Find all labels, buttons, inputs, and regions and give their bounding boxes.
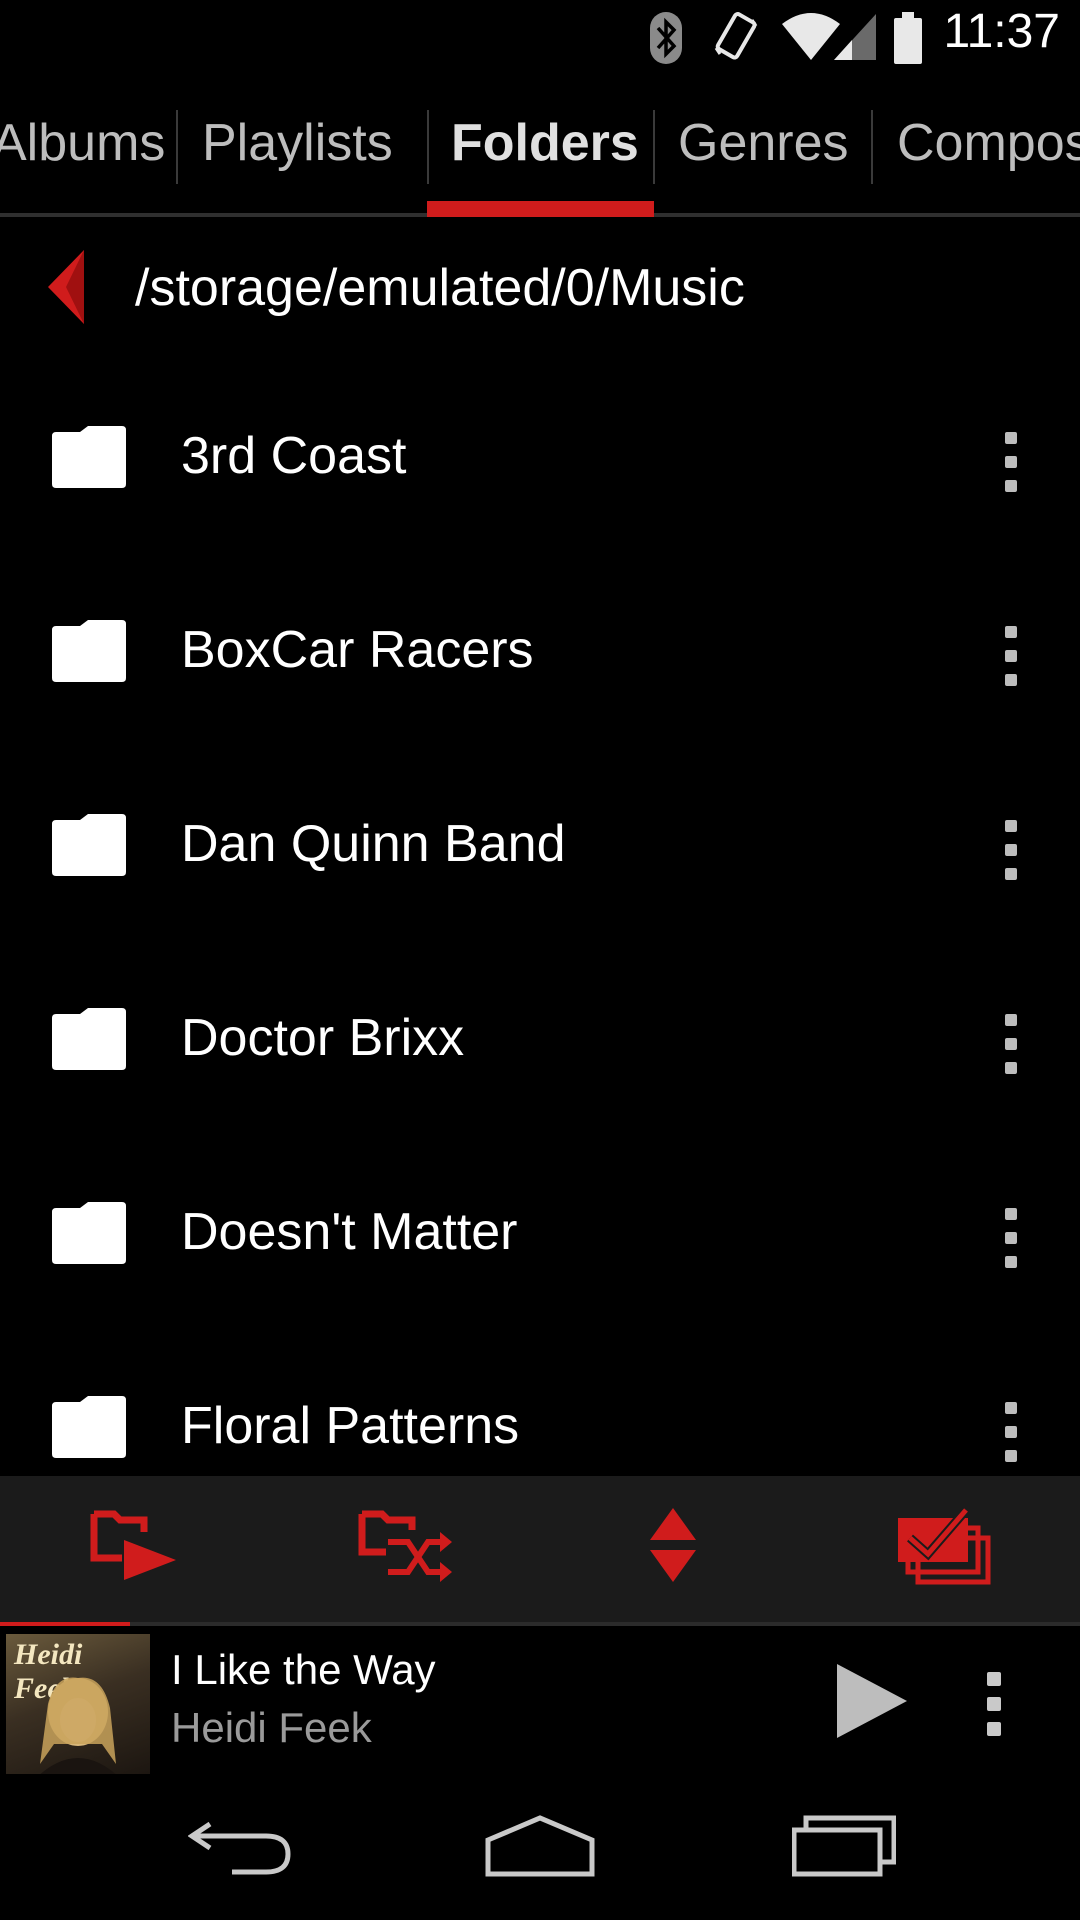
tab-composers[interactable]: Composers	[897, 113, 1080, 173]
list-item[interactable]: Doesn't Matter	[0, 1138, 1080, 1332]
vibrate-icon	[712, 10, 760, 71]
recents-icon[interactable]	[791, 1814, 897, 1883]
sort-icon[interactable]	[648, 1506, 698, 1591]
folder-icon	[50, 620, 128, 687]
folder-icon	[50, 814, 128, 881]
multi-select-icon[interactable]	[896, 1506, 992, 1591]
folder-name: 3rd Coast	[181, 427, 407, 485]
now-playing-menu-icon[interactable]	[981, 1672, 1007, 1736]
tab-genres[interactable]: Genres	[678, 113, 849, 173]
list-item[interactable]: Floral Patterns	[0, 1332, 1080, 1476]
tab-separator	[653, 110, 655, 184]
back-arrow-icon[interactable]	[48, 250, 88, 329]
play-folder-icon[interactable]	[90, 1506, 180, 1591]
active-tab-indicator	[427, 201, 654, 217]
folder-name: BoxCar Racers	[181, 621, 534, 679]
play-icon[interactable]	[835, 1662, 909, 1745]
tab-albums[interactable]: Albums	[0, 113, 165, 173]
folder-name: Doesn't Matter	[181, 1203, 518, 1261]
tab-playlists[interactable]: Playlists	[202, 113, 393, 173]
signal-icon	[832, 10, 878, 67]
overflow-menu-icon[interactable]	[996, 1402, 1028, 1462]
track-title: I Like the Way	[171, 1646, 436, 1693]
folder-name: Dan Quinn Band	[181, 815, 566, 873]
status-bar: 11:37	[0, 0, 1080, 75]
folder-name: Doctor Brixx	[181, 1009, 465, 1067]
tab-separator	[427, 110, 429, 184]
track-artist: Heidi Feek	[171, 1704, 372, 1751]
tab-separator	[871, 110, 873, 184]
list-item[interactable]: 3rd Coast	[0, 362, 1080, 556]
now-playing-bar[interactable]: Heidi Feek I Like the Way Heidi Feek	[0, 1626, 1080, 1778]
album-art[interactable]: Heidi Feek	[6, 1634, 150, 1778]
folder-name: Floral Patterns	[181, 1397, 520, 1455]
tab-folders[interactable]: Folders	[451, 113, 639, 173]
clock: 11:37	[943, 5, 1060, 58]
folder-list: 3rd Coast BoxCar Racers Dan Quinn Band D…	[0, 362, 1080, 1476]
folder-icon	[50, 1202, 128, 1269]
folder-icon	[50, 1396, 128, 1463]
list-item[interactable]: BoxCar Racers	[0, 556, 1080, 750]
folder-path: /storage/emulated/0/Music	[135, 259, 745, 317]
list-item[interactable]: Doctor Brixx	[0, 944, 1080, 1138]
overflow-menu-icon[interactable]	[996, 1208, 1028, 1268]
shuffle-folder-icon[interactable]	[358, 1506, 454, 1591]
category-tabs: Albums Playlists Folders Genres Composer…	[0, 75, 1080, 217]
folder-icon	[50, 1008, 128, 1075]
folder-action-bar	[0, 1476, 1080, 1622]
system-nav-bar	[0, 1774, 1080, 1920]
back-icon[interactable]	[187, 1814, 292, 1883]
overflow-menu-icon[interactable]	[996, 432, 1028, 492]
home-icon[interactable]	[484, 1814, 596, 1883]
tab-separator	[176, 110, 178, 184]
list-item[interactable]: Dan Quinn Band	[0, 750, 1080, 944]
overflow-menu-icon[interactable]	[996, 626, 1028, 686]
overflow-menu-icon[interactable]	[996, 1014, 1028, 1074]
battery-icon	[892, 10, 924, 71]
breadcrumb: /storage/emulated/0/Music	[0, 220, 1080, 360]
bluetooth-icon	[648, 10, 684, 71]
overflow-menu-icon[interactable]	[996, 820, 1028, 880]
folder-icon	[50, 426, 128, 493]
